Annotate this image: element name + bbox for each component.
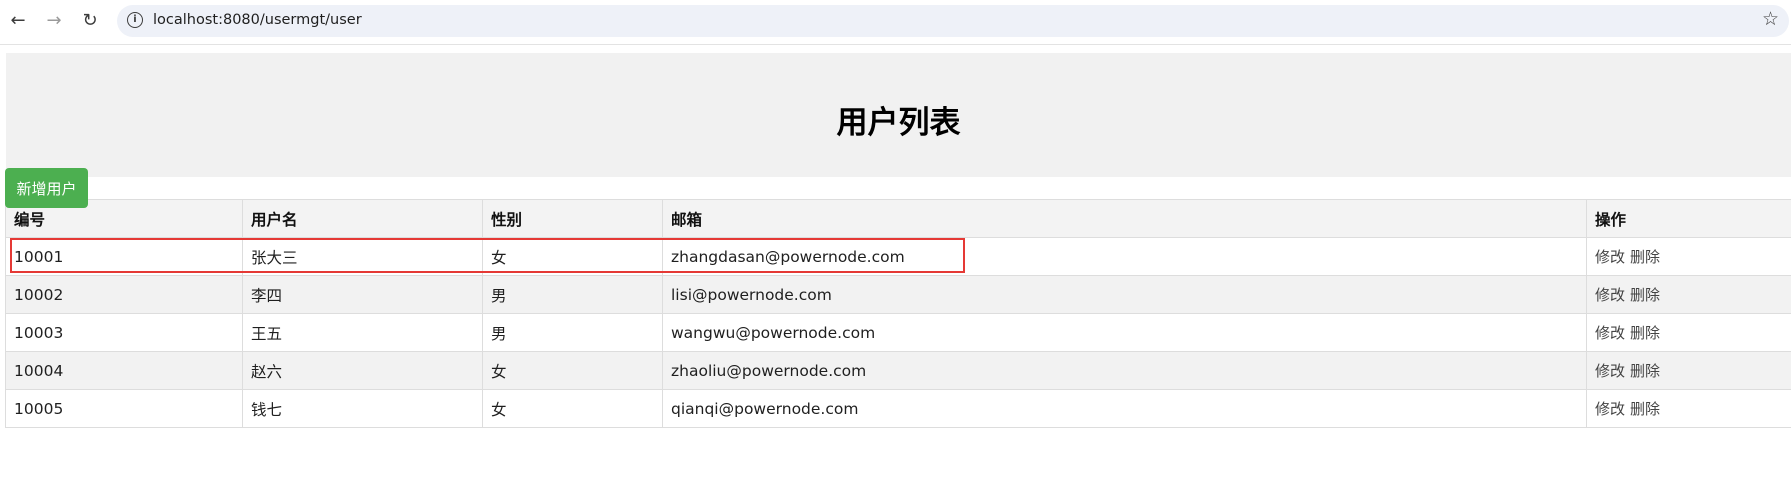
column-header-actions: 操作 — [1586, 199, 1791, 238]
cell-username: 张大三 — [242, 237, 483, 276]
forward-arrow-icon[interactable]: → — [42, 8, 66, 32]
cell-username: 王五 — [242, 313, 483, 352]
table-row: 10005 钱七 女 qianqi@powernode.com 修改 删除 — [5, 389, 1791, 428]
column-header-gender: 性别 — [482, 199, 663, 238]
cell-email: lisi@powernode.com — [662, 275, 1587, 314]
cell-email: zhangdasan@powernode.com — [662, 237, 1587, 276]
edit-link[interactable]: 修改 — [1595, 362, 1625, 380]
cell-gender: 女 — [482, 237, 663, 276]
table-row: 10003 王五 男 wangwu@powernode.com 修改 删除 — [5, 313, 1791, 352]
page-title: 用户列表 — [836, 105, 961, 141]
delete-link[interactable]: 删除 — [1630, 286, 1660, 304]
cell-gender: 男 — [482, 275, 663, 314]
cell-email: zhaoliu@powernode.com — [662, 351, 1587, 390]
page-header: 用户列表 — [6, 53, 1791, 177]
delete-link[interactable]: 删除 — [1630, 400, 1660, 418]
column-header-email: 邮箱 — [662, 199, 1587, 238]
cell-gender: 女 — [482, 389, 663, 428]
cell-username: 赵六 — [242, 351, 483, 390]
table-row: 10004 赵六 女 zhaoliu@powernode.com 修改 删除 — [5, 351, 1791, 390]
edit-link[interactable]: 修改 — [1595, 400, 1625, 418]
cell-id: 10003 — [5, 313, 243, 352]
bookmark-star-icon[interactable]: ☆ — [1762, 8, 1779, 30]
cell-username: 钱七 — [242, 389, 483, 428]
add-user-button[interactable]: 新增用户 — [5, 168, 88, 208]
cell-actions: 修改 删除 — [1586, 237, 1791, 276]
cell-email: qianqi@powernode.com — [662, 389, 1587, 428]
site-info-icon[interactable]: i — [127, 12, 143, 28]
cell-gender: 女 — [482, 351, 663, 390]
delete-link[interactable]: 删除 — [1630, 248, 1660, 266]
delete-link[interactable]: 删除 — [1630, 324, 1660, 342]
cell-actions: 修改 删除 — [1586, 313, 1791, 352]
table-row: 10001 张大三 女 zhangdasan@powernode.com 修改 … — [5, 237, 1791, 276]
reload-icon[interactable]: ↻ — [78, 8, 102, 32]
address-bar[interactable]: i localhost:8080/usermgt/user ☆ — [117, 5, 1789, 37]
table-row: 10002 李四 男 lisi@powernode.com 修改 删除 — [5, 275, 1791, 314]
table-header-row: 编号 用户名 性别 邮箱 操作 — [5, 199, 1791, 238]
browser-toolbar: ← → ↻ i localhost:8080/usermgt/user ☆ — [0, 0, 1791, 45]
cell-actions: 修改 删除 — [1586, 351, 1791, 390]
edit-link[interactable]: 修改 — [1595, 248, 1625, 266]
url-text[interactable]: localhost:8080/usermgt/user — [153, 12, 362, 28]
cell-actions: 修改 删除 — [1586, 389, 1791, 428]
cell-username: 李四 — [242, 275, 483, 314]
cell-gender: 男 — [482, 313, 663, 352]
cell-actions: 修改 删除 — [1586, 275, 1791, 314]
cell-email: wangwu@powernode.com — [662, 313, 1587, 352]
column-header-username: 用户名 — [242, 199, 483, 238]
cell-id: 10002 — [5, 275, 243, 314]
delete-link[interactable]: 删除 — [1630, 362, 1660, 380]
edit-link[interactable]: 修改 — [1595, 324, 1625, 342]
back-arrow-icon[interactable]: ← — [6, 8, 30, 32]
cell-id: 10005 — [5, 389, 243, 428]
user-table: 编号 用户名 性别 邮箱 操作 10001 张大三 女 zhangdasan@p… — [5, 199, 1791, 428]
cell-id: 10001 — [5, 237, 243, 276]
cell-id: 10004 — [5, 351, 243, 390]
edit-link[interactable]: 修改 — [1595, 286, 1625, 304]
